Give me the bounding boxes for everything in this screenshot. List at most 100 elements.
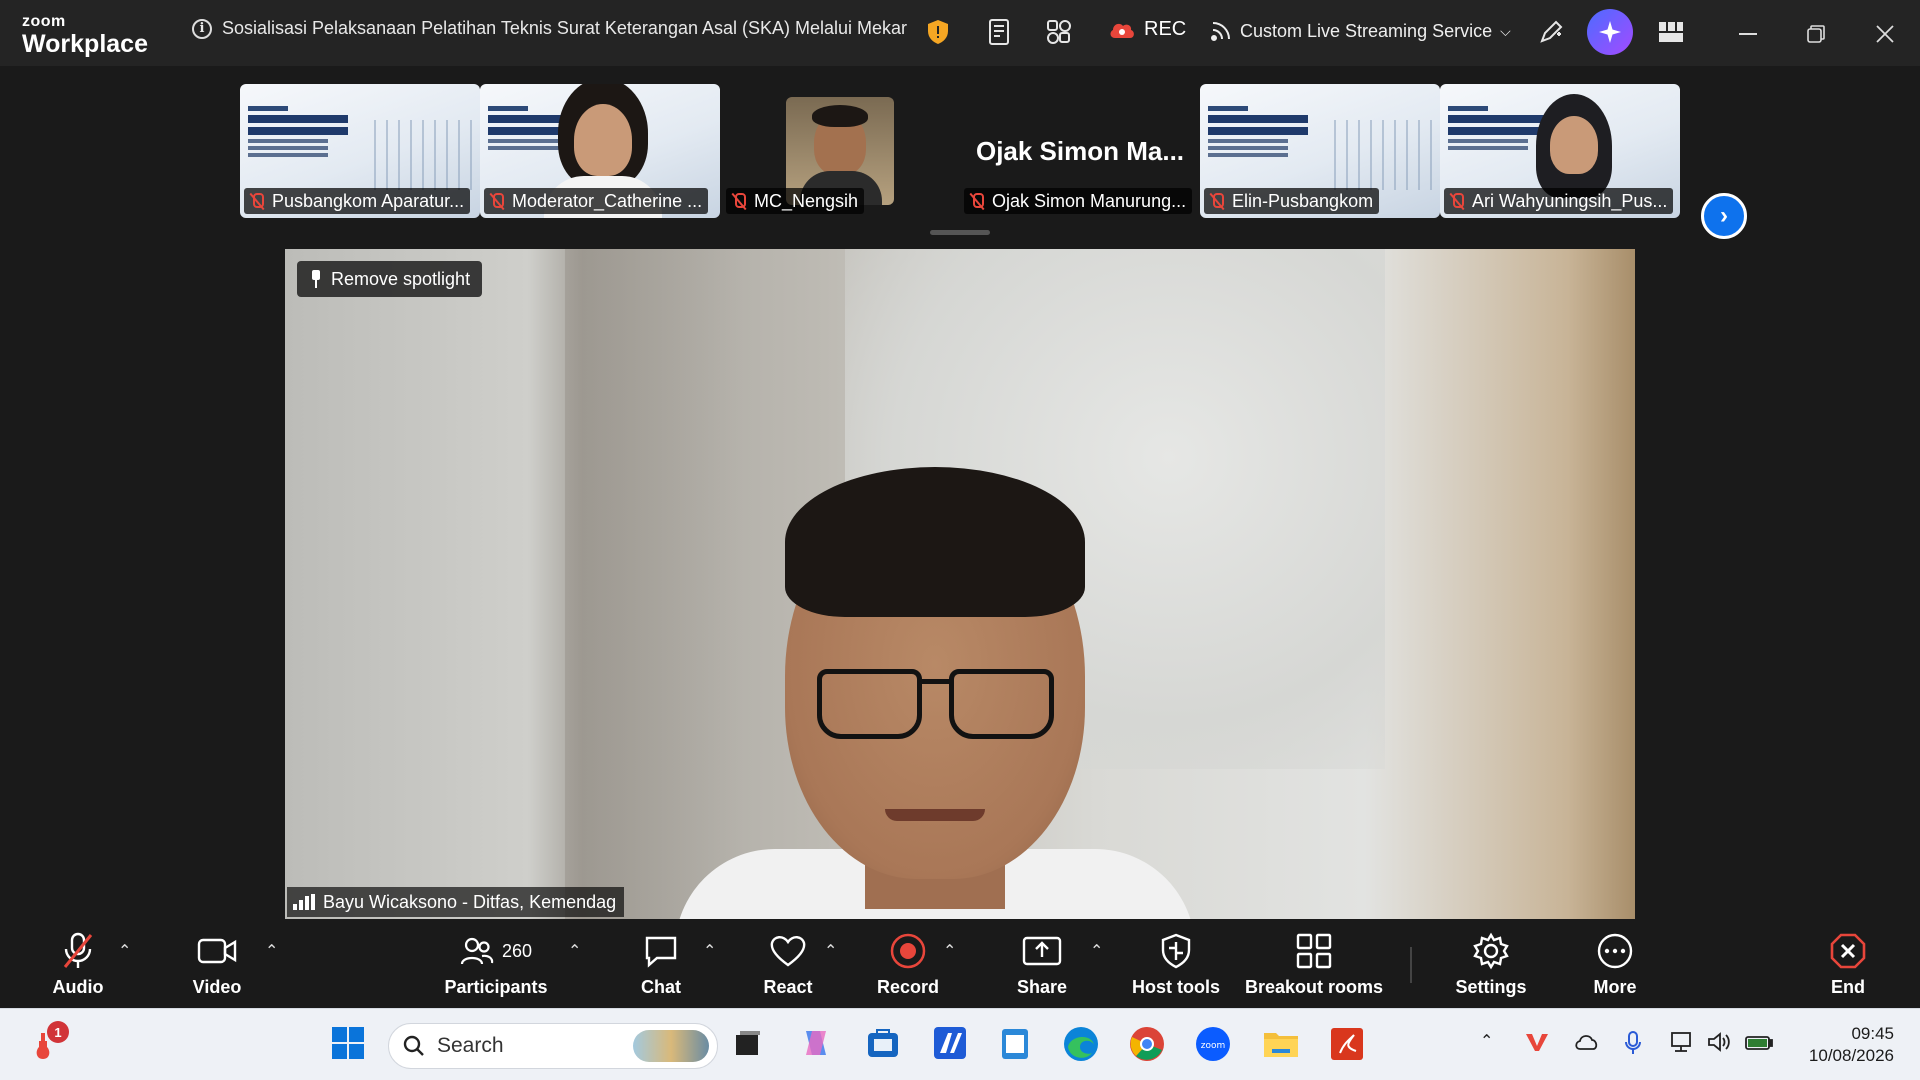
notes-icon[interactable] xyxy=(982,14,1018,50)
participant-display-name: Ojak Simon Ma... xyxy=(975,135,1185,166)
participant-name: Moderator_Catherine ... xyxy=(512,190,703,211)
cloud-record-icon xyxy=(1110,23,1134,38)
battery-icon[interactable] xyxy=(1744,1031,1774,1059)
more-label: More xyxy=(1593,977,1637,997)
info-icon[interactable]: i xyxy=(192,18,212,39)
microsoft-store-icon[interactable] xyxy=(865,1025,905,1065)
share-label: Share xyxy=(1016,977,1068,997)
windows-start-icon[interactable] xyxy=(330,1025,370,1065)
record-label: Record xyxy=(876,977,939,997)
breakout-rooms-icon xyxy=(1295,929,1333,973)
mic-muted-icon xyxy=(60,929,96,973)
chat-button[interactable]: Chat xyxy=(591,929,731,998)
zoom-app-icon[interactable]: zoom xyxy=(1194,1025,1234,1065)
settings-button[interactable]: Settings xyxy=(1421,929,1561,998)
chevron-up-icon[interactable]: ⌃ xyxy=(1480,1031,1493,1051)
react-button[interactable]: React xyxy=(718,929,858,998)
react-options-caret[interactable]: ⌃ xyxy=(824,941,837,961)
gear-icon xyxy=(1472,929,1510,973)
taskbar-clock[interactable]: 09:45 10/08/2026 xyxy=(1790,1023,1894,1067)
end-meeting-icon xyxy=(1829,929,1867,973)
participant-name-label: Pusbangkom Aparatur... xyxy=(244,188,471,214)
share-button[interactable]: Share xyxy=(972,929,1112,998)
port-cranes-graphic xyxy=(1324,120,1434,190)
chat-label: Chat xyxy=(641,977,681,997)
more-dots-icon xyxy=(1596,929,1634,973)
glasses-left-lens xyxy=(817,669,922,739)
share-options-caret[interactable]: ⌃ xyxy=(1090,941,1103,961)
record-button[interactable]: Record xyxy=(838,929,978,998)
restore-icon[interactable] xyxy=(1796,14,1836,54)
taskbar-search[interactable]: Search xyxy=(388,1023,718,1069)
remove-spotlight-button[interactable]: Remove spotlight xyxy=(297,261,483,297)
participants-count: 260 xyxy=(501,940,533,961)
remove-spotlight-label: Remove spotlight xyxy=(331,268,471,289)
video-label: Video xyxy=(192,977,242,997)
chevron-right-icon: › xyxy=(1720,202,1728,229)
settings-label: Settings xyxy=(1455,977,1527,997)
vpn-tray-icon[interactable] xyxy=(1524,1031,1550,1059)
pin-icon xyxy=(309,270,323,288)
record-options-caret[interactable]: ⌃ xyxy=(943,941,956,961)
record-icon xyxy=(889,929,927,973)
ai-companion-icon[interactable] xyxy=(1587,9,1633,55)
grid-view-icon[interactable] xyxy=(1653,14,1689,50)
participant-name: Ojak Simon Manurung... xyxy=(992,190,1187,211)
audio-button[interactable]: Audio xyxy=(8,929,148,998)
chat-options-caret[interactable]: ⌃ xyxy=(703,941,716,961)
title-bar: zoom Workplace i Sosialisasi Pelaksanaan… xyxy=(0,0,1920,66)
participants-button[interactable]: 260 Participants xyxy=(426,929,566,998)
clock-date: 10/08/2026 xyxy=(1808,1046,1894,1065)
meeting-toolbar: Audio ⌃ Video ⌃ 260 Participants ⌃ Chat … xyxy=(0,921,1920,1007)
pdf-app-icon[interactable] xyxy=(1328,1025,1368,1065)
next-page-button[interactable]: › xyxy=(1701,193,1747,239)
audio-options-caret[interactable]: ⌃ xyxy=(118,941,131,961)
video-options-caret[interactable]: ⌃ xyxy=(265,941,278,961)
participant-tile-pusbangkom[interactable]: Pusbangkom Aparatur... xyxy=(240,84,480,218)
breakout-rooms-button[interactable]: Breakout rooms xyxy=(1244,929,1384,998)
chat-icon xyxy=(643,929,679,973)
connection-signal-icon xyxy=(293,894,315,910)
video-button[interactable]: Video xyxy=(147,929,287,998)
notification-badge: 1 xyxy=(47,1021,69,1043)
close-icon[interactable] xyxy=(1865,14,1905,54)
whiteboard-pen-icon[interactable] xyxy=(1533,14,1569,50)
microphone-icon[interactable] xyxy=(1624,1031,1642,1061)
live-streaming-dropdown[interactable]: Custom Live Streaming Service ⌵ xyxy=(1210,20,1511,42)
stream-icon xyxy=(1211,22,1230,41)
strip-scroll-indicator[interactable] xyxy=(930,230,990,235)
participant-name: MC_Nengsih xyxy=(754,190,859,211)
speaker-name: Bayu Wicaksono - Ditfas, Kemendag xyxy=(323,891,617,912)
network-icon[interactable] xyxy=(1668,1031,1694,1059)
speaker-name-label: Bayu Wicaksono - Ditfas, Kemendag xyxy=(287,887,625,917)
shield-icon[interactable] xyxy=(920,14,956,50)
windows-taskbar: 1 Search zoom ⌃ 09:45 10/08/2026 xyxy=(0,1008,1920,1080)
chrome-browser-icon[interactable] xyxy=(1128,1025,1168,1065)
speaker-volume-icon[interactable] xyxy=(1706,1031,1732,1059)
app-ia-icon[interactable] xyxy=(932,1025,972,1065)
participant-tile-moderator[interactable]: Moderator_Catherine ... xyxy=(480,84,720,218)
toolbar-divider xyxy=(1410,947,1412,983)
more-button[interactable]: More xyxy=(1545,929,1685,998)
audio-label: Audio xyxy=(52,977,104,997)
cloud-sync-icon[interactable] xyxy=(1574,1031,1600,1059)
mic-muted-icon xyxy=(1208,192,1226,210)
apps-icon[interactable] xyxy=(1041,14,1077,50)
minimize-icon[interactable] xyxy=(1728,14,1768,54)
notes-app-icon[interactable] xyxy=(998,1025,1038,1065)
participants-options-caret[interactable]: ⌃ xyxy=(568,941,581,961)
file-explorer-icon[interactable] xyxy=(1262,1025,1302,1065)
spotlight-video[interactable]: Remove spotlight Bayu Wicaksono - Ditfas… xyxy=(285,249,1635,919)
copilot-icon[interactable] xyxy=(798,1025,838,1065)
task-view-icon[interactable] xyxy=(730,1025,770,1065)
participant-tile-ari[interactable]: Ari Wahyuningsih_Pus... xyxy=(1440,84,1680,218)
host-tools-button[interactable]: Host tools xyxy=(1106,929,1246,998)
participant-tile-elin[interactable]: Elin-Pusbangkom xyxy=(1200,84,1440,218)
participant-name-label: MC_Nengsih xyxy=(726,188,865,214)
meeting-title-area[interactable]: i Sosialisasi Pelaksanaan Pelatihan Tekn… xyxy=(192,18,907,39)
edge-browser-icon[interactable] xyxy=(1062,1025,1102,1065)
share-screen-icon xyxy=(1022,929,1062,973)
recording-indicator[interactable]: REC xyxy=(1108,18,1186,41)
svg-text:zoom: zoom xyxy=(1201,1041,1226,1051)
end-meeting-button[interactable]: End xyxy=(1778,929,1918,998)
